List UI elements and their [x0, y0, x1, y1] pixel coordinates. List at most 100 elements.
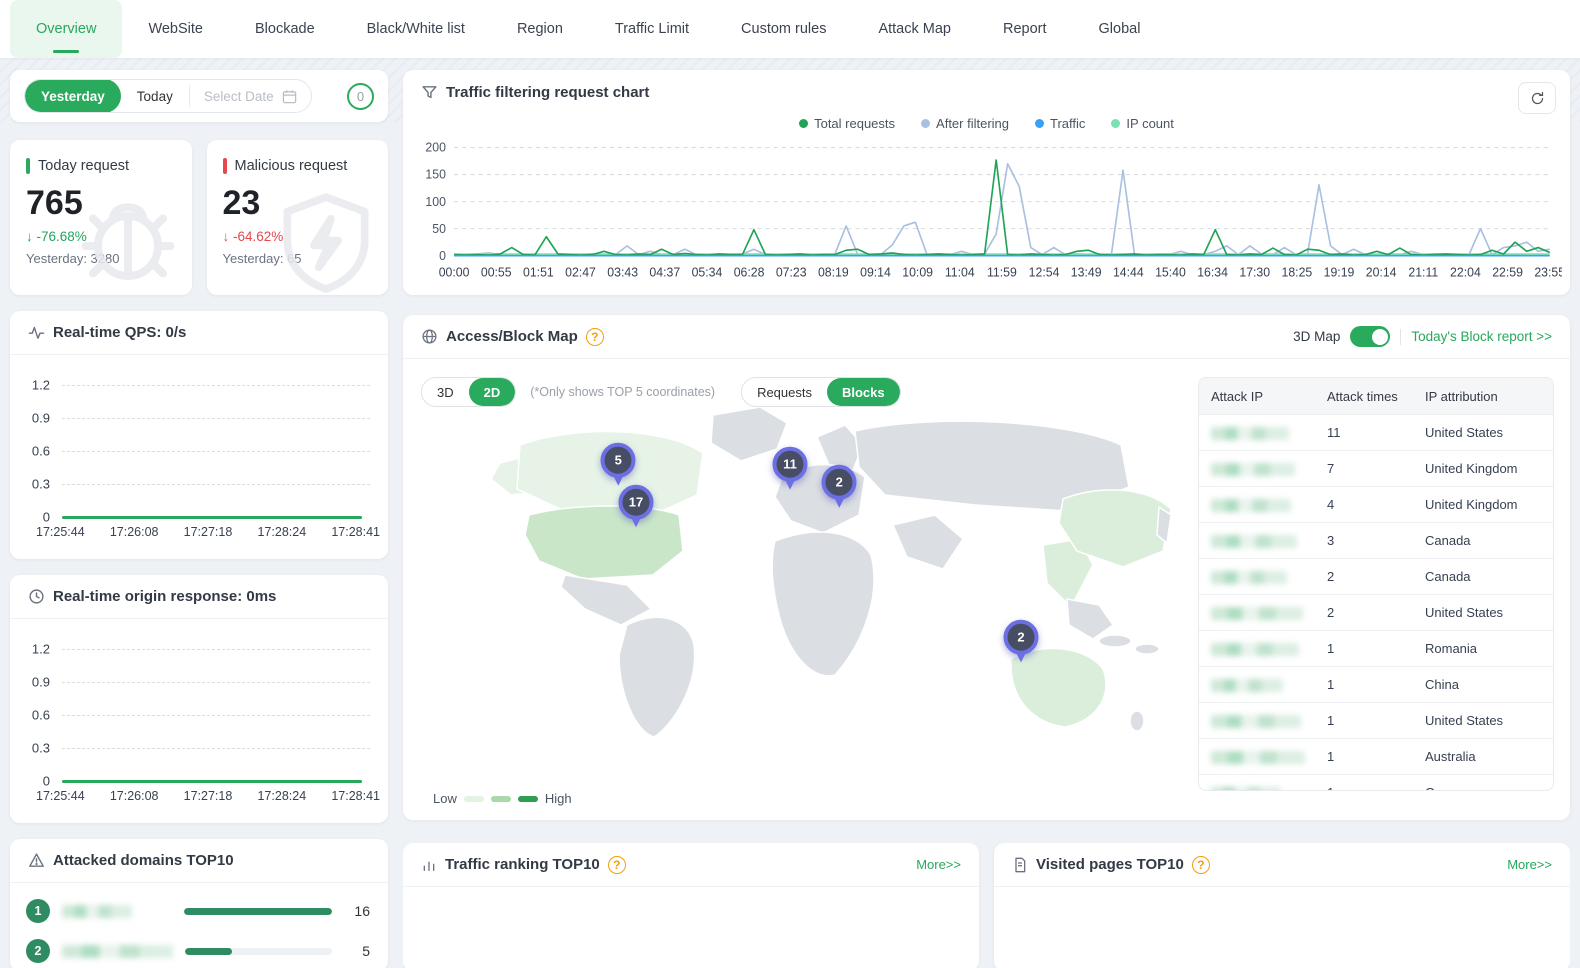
- nav-tab-global[interactable]: Global: [1073, 0, 1167, 58]
- y-tick-label: 0: [10, 774, 50, 789]
- refresh-button[interactable]: [1518, 82, 1556, 114]
- table-row[interactable]: 1United States: [1199, 702, 1553, 738]
- attack-ip-cell: [1199, 497, 1327, 512]
- funnel-icon: [421, 84, 438, 101]
- top-nav: OverviewWebSiteBlockadeBlack/White listR…: [0, 0, 1580, 58]
- nav-tab-blockade[interactable]: Blockade: [229, 0, 341, 58]
- traffic-chart-title: Traffic filtering request chart: [446, 84, 649, 101]
- map-mode-button-requests[interactable]: Requests: [742, 378, 827, 406]
- svg-text:05:34: 05:34: [692, 265, 723, 279]
- access-block-map-card: Access/Block Map ? 3D Map Today's Block …: [403, 315, 1570, 820]
- attack-times-cell: 3: [1327, 533, 1425, 548]
- bug-icon: [68, 181, 188, 295]
- nav-tab-region[interactable]: Region: [491, 0, 589, 58]
- svg-text:22:04: 22:04: [1450, 265, 1481, 279]
- stat-title: Malicious request: [223, 158, 373, 174]
- y-tick-label: 0.6: [10, 708, 50, 723]
- table-row[interactable]: 2United States: [1199, 594, 1553, 630]
- map-marker-count: 11: [772, 447, 807, 482]
- map-marker-pin[interactable]: 2: [822, 465, 857, 508]
- select-date-input[interactable]: Select Date: [189, 85, 311, 107]
- svg-text:02:47: 02:47: [565, 265, 596, 279]
- attack-ip-cell: [1199, 677, 1327, 692]
- svg-text:08:19: 08:19: [818, 265, 849, 279]
- attack-times-cell: 2: [1327, 569, 1425, 584]
- nav-tab-report[interactable]: Report: [977, 0, 1073, 58]
- table-row[interactable]: 7United Kingdom: [1199, 450, 1553, 486]
- attack-times-cell: 7: [1327, 461, 1425, 476]
- x-tick-label: 17:28:24: [257, 525, 306, 539]
- attack-times-cell: 2: [1327, 605, 1425, 620]
- legend-swatch-high: [518, 796, 538, 802]
- visited-pages-help-icon[interactable]: ?: [1192, 856, 1210, 874]
- x-tick-label: 17:25:44: [36, 525, 85, 539]
- svg-text:12:54: 12:54: [1029, 265, 1060, 279]
- traffic-ranking-more-link[interactable]: More>>: [916, 857, 961, 872]
- svg-text:03:43: 03:43: [607, 265, 638, 279]
- map-dim-button-3d[interactable]: 3D: [422, 378, 469, 406]
- map-marker-pin[interactable]: 11: [772, 447, 807, 490]
- date-filter-card: Yesterday Today Select Date 0: [10, 70, 388, 122]
- nav-tab-website[interactable]: WebSite: [122, 0, 229, 58]
- y-tick-label: 0: [10, 510, 50, 525]
- list-item[interactable]: 116: [10, 891, 388, 931]
- grid-line: [62, 748, 370, 749]
- map-mode-button-blocks[interactable]: Blocks: [827, 378, 900, 406]
- domain-attack-count: 5: [344, 943, 370, 959]
- x-tick-label: 17:26:08: [110, 789, 159, 803]
- attacked-domains-card: Attacked domains TOP10 11625: [10, 839, 388, 968]
- col-header-attack-ip: Attack IP: [1199, 389, 1327, 404]
- grid-line: [62, 484, 370, 485]
- map-marker-count: 5: [601, 443, 636, 478]
- nav-tab-traffic-limit[interactable]: Traffic Limit: [589, 0, 715, 58]
- today-button[interactable]: Today: [121, 79, 189, 113]
- yesterday-button[interactable]: Yesterday: [25, 79, 121, 113]
- attack-times-cell: 1: [1327, 641, 1425, 656]
- attack-ip-cell: [1199, 569, 1327, 584]
- attack-ip-table[interactable]: Attack IPAttack timesIP attribution11Uni…: [1198, 377, 1554, 791]
- nav-tab-custom-rules[interactable]: Custom rules: [715, 0, 852, 58]
- map-dim-button-2d[interactable]: 2D: [469, 378, 516, 406]
- table-row[interactable]: 1China: [1199, 666, 1553, 702]
- svg-text:00:00: 00:00: [439, 265, 470, 279]
- legend-item-total-requests: Total requests: [799, 116, 895, 131]
- map-marker-pin[interactable]: 17: [618, 484, 653, 527]
- map-marker-pin[interactable]: 2: [1003, 619, 1038, 662]
- table-row[interactable]: 1Germany: [1199, 774, 1553, 791]
- table-row[interactable]: 3Canada: [1199, 522, 1553, 558]
- svg-text:22:59: 22:59: [1492, 265, 1523, 279]
- realtime-qps-card: Real-time QPS: 0/s 1.20.90.60.3017:25:44…: [10, 311, 388, 559]
- y-tick-label: 1.2: [10, 378, 50, 393]
- col-header-attack-times: Attack times: [1327, 389, 1425, 404]
- attacked-domains-title: Attacked domains TOP10: [53, 852, 234, 869]
- map-marker-pin[interactable]: 5: [601, 443, 636, 486]
- pending-counter-badge[interactable]: 0: [347, 83, 374, 110]
- 3d-map-label: 3D Map: [1293, 329, 1340, 344]
- ip-attribution-cell: United Kingdom: [1425, 497, 1553, 512]
- table-row[interactable]: 2Canada: [1199, 558, 1553, 594]
- map-help-icon[interactable]: ?: [586, 328, 604, 346]
- x-tick-label: 17:28:41: [331, 525, 380, 539]
- list-item[interactable]: 25: [10, 931, 388, 968]
- table-row[interactable]: 1Australia: [1199, 738, 1553, 774]
- nav-tab-attack-map[interactable]: Attack Map: [852, 0, 977, 58]
- world-map[interactable]: 5 17 11 2 2: [415, 403, 1185, 755]
- visited-pages-more-link[interactable]: More>>: [1507, 857, 1552, 872]
- table-row[interactable]: 11United States: [1199, 414, 1553, 450]
- nav-tab-black-white-list[interactable]: Black/White list: [341, 0, 491, 58]
- x-tick-label: 17:28:41: [331, 789, 380, 803]
- traffic-ranking-help-icon[interactable]: ?: [608, 856, 626, 874]
- block-report-link[interactable]: Today's Block report >>: [1411, 329, 1552, 344]
- domain-bar-fill: [184, 908, 332, 915]
- table-row[interactable]: 1Romania: [1199, 630, 1553, 666]
- 3d-map-toggle[interactable]: [1350, 326, 1390, 347]
- nav-tab-overview[interactable]: Overview: [10, 0, 122, 58]
- malicious-request-card: Malicious request 23 ↓ -64.62% Yesterday…: [207, 140, 389, 295]
- map-marker-tail: [1015, 651, 1026, 662]
- table-row[interactable]: 4United Kingdom: [1199, 486, 1553, 522]
- globe-icon: [421, 328, 438, 345]
- redacted-ip: [1211, 463, 1295, 476]
- y-tick-label: 0.3: [10, 477, 50, 492]
- svg-text:16:34: 16:34: [1197, 265, 1228, 279]
- legend-item-ip-count: IP count: [1111, 116, 1173, 131]
